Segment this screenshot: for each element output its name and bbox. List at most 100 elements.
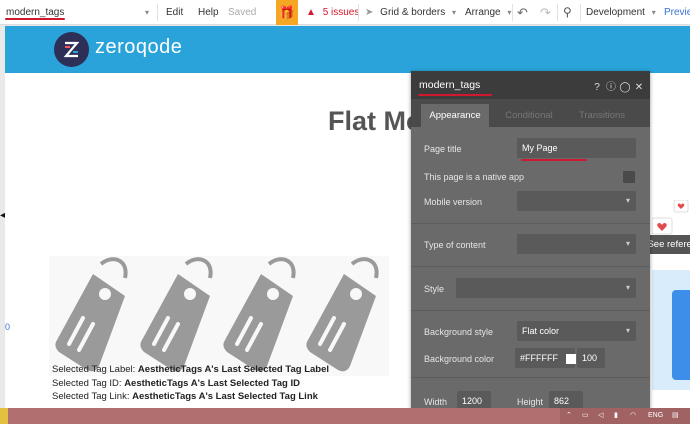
bracket-icon: 0 xyxy=(5,322,11,332)
annotation-underline xyxy=(418,94,492,96)
annotation-underline xyxy=(5,18,65,20)
issues-label: 5 issues xyxy=(322,7,360,18)
gift-button[interactable]: 🎁 xyxy=(276,0,298,25)
divider xyxy=(411,223,650,224)
panel-title: modern_tags xyxy=(419,79,481,91)
network-icon[interactable]: ▭ xyxy=(582,408,589,424)
info-label: Selected Tag Link: xyxy=(52,391,133,402)
chevron-down-icon: ▾ xyxy=(625,326,630,335)
page-heading: Flat Mo xyxy=(328,106,423,136)
background-style-dropdown[interactable]: Flat color ▾ xyxy=(517,321,636,341)
background-style-label: Background style xyxy=(424,327,494,337)
appearance-tab-body: Page title My Page This page is a native… xyxy=(411,127,650,411)
background-color-input[interactable]: #FFFFFF xyxy=(515,348,576,368)
close-icon[interactable]: ✕ xyxy=(632,82,646,93)
chevron-down-icon: ▾ xyxy=(144,8,149,17)
divider xyxy=(411,377,650,378)
tab-appearance[interactable]: Appearance xyxy=(421,104,489,127)
background-style-value: Flat color xyxy=(522,326,560,336)
help-icon[interactable]: ? xyxy=(590,82,604,93)
divider xyxy=(411,266,650,267)
info-icon[interactable]: ⓘ xyxy=(604,78,618,93)
divider xyxy=(512,4,513,21)
tag-icon[interactable] xyxy=(138,256,222,376)
color-swatch[interactable] xyxy=(566,353,576,364)
preview-button[interactable]: Preview xyxy=(664,0,690,25)
panel-icons: ? ⓘ ◯ ✕ xyxy=(590,78,646,93)
tab-transitions[interactable]: Transitions xyxy=(567,104,637,127)
volume-icon[interactable]: ◁ xyxy=(598,408,603,424)
chevron-down-icon: ▾ xyxy=(507,8,512,17)
info-value: AestheticTags A's Last Selected Tag Labe… xyxy=(137,364,330,375)
style-dropdown[interactable]: ▾ xyxy=(456,278,636,298)
native-app-checkbox[interactable] xyxy=(623,171,635,183)
comment-icon[interactable]: ◯ xyxy=(618,82,632,93)
help-menu[interactable]: Help xyxy=(198,0,219,25)
tab-conditional[interactable]: Conditional xyxy=(493,104,565,127)
wifi-icon[interactable]: ◠ xyxy=(630,408,636,424)
environment-selector[interactable]: Development ▾ xyxy=(586,0,656,25)
divider xyxy=(157,4,158,21)
panel-header[interactable]: modern_tags ? ⓘ ◯ ✕ xyxy=(411,71,650,99)
undo-icon[interactable]: ↶ xyxy=(517,0,528,25)
height-label: Height xyxy=(517,397,544,407)
arrange-label: Arrange xyxy=(465,7,501,18)
mobile-version-dropdown[interactable]: ▾ xyxy=(517,191,636,211)
info-line: Selected Tag Link: AestheticTags A's Las… xyxy=(52,390,329,404)
environment-label: Development xyxy=(586,7,645,18)
native-app-label: This page is a native app xyxy=(424,172,525,182)
info-value: AestheticTags A's Last Selected Tag Link xyxy=(132,391,318,402)
background-opacity-input[interactable]: 100 xyxy=(577,348,605,368)
system-tray: ⌃ ▭ ◁ ▮ ◠ ENG ▤ xyxy=(560,408,690,424)
selected-tag-info: Selected Tag Label: AestheticTags A's La… xyxy=(52,363,329,404)
os-taskbar: ⌃ ▭ ◁ ▮ ◠ ENG ▤ xyxy=(0,408,690,424)
divider xyxy=(411,310,650,311)
chevron-down-icon: ▾ xyxy=(625,239,630,248)
page-title-label: Page title xyxy=(424,144,462,154)
tag-icon[interactable] xyxy=(53,256,137,376)
chevron-up-icon[interactable]: ⌃ xyxy=(566,408,572,424)
type-of-content-dropdown[interactable]: ▾ xyxy=(517,234,636,254)
type-of-content-label: Type of content xyxy=(424,240,486,250)
page-selector[interactable]: modern_tags ▾ xyxy=(6,0,151,25)
battery-icon[interactable]: ▮ xyxy=(614,408,618,424)
background-color-value: #FFFFFF xyxy=(520,353,558,363)
language-indicator[interactable]: ENG xyxy=(648,408,663,424)
bubble-editor: modern_tags ▾ Edit Help Saved 🎁 ▲ 5 issu… xyxy=(0,0,690,424)
illustration xyxy=(672,290,690,380)
chevron-down-icon: ▾ xyxy=(625,196,630,205)
redo-icon[interactable]: ↷ xyxy=(540,0,551,25)
info-line: Selected Tag ID: AestheticTags A's Last … xyxy=(52,377,329,391)
see-reference-label: See refere xyxy=(647,239,690,250)
info-label: Selected Tag Label: xyxy=(52,364,138,375)
notification-icon[interactable]: ▤ xyxy=(672,408,679,424)
panel-tabs: Appearance Conditional Transitions xyxy=(411,99,650,127)
mobile-version-label: Mobile version xyxy=(424,197,483,207)
search-icon[interactable]: ⚲ xyxy=(563,0,572,25)
page-selector-label: modern_tags xyxy=(6,7,65,18)
style-label: Style xyxy=(424,284,445,294)
collapse-left-icon[interactable]: ◂ xyxy=(0,210,5,221)
top-toolbar: modern_tags ▾ Edit Help Saved 🎁 ▲ 5 issu… xyxy=(0,0,690,25)
info-value: AestheticTags A's Last Selected Tag ID xyxy=(124,377,300,389)
header-banner: zeroqode xyxy=(5,26,690,73)
page-title-input[interactable]: My Page xyxy=(517,138,636,158)
tag-icon[interactable] xyxy=(221,256,305,376)
width-label: Width xyxy=(424,397,448,407)
chevron-down-icon: ▾ xyxy=(651,8,656,17)
logo-text: zeroqode xyxy=(95,36,183,58)
taskbar-app-icon[interactable] xyxy=(0,408,8,424)
grid-borders-menu[interactable]: ➤ Grid & borders ▾ xyxy=(365,0,456,25)
tag-icon[interactable] xyxy=(304,256,388,376)
divider xyxy=(557,4,558,21)
edit-menu[interactable]: Edit xyxy=(166,0,183,25)
grid-borders-label: Grid & borders xyxy=(380,7,446,18)
issues-button[interactable]: ▲ 5 issues xyxy=(306,0,359,25)
divider xyxy=(580,4,581,21)
arrange-menu[interactable]: Arrange ▾ xyxy=(465,0,511,25)
annotation-underline xyxy=(521,159,587,161)
chevron-down-icon: ▾ xyxy=(451,8,456,17)
warning-icon: ▲ xyxy=(306,7,316,18)
property-editor-panel: modern_tags ? ⓘ ◯ ✕ Appearance Conditional … xyxy=(411,71,650,411)
saved-status: Saved xyxy=(228,7,257,18)
